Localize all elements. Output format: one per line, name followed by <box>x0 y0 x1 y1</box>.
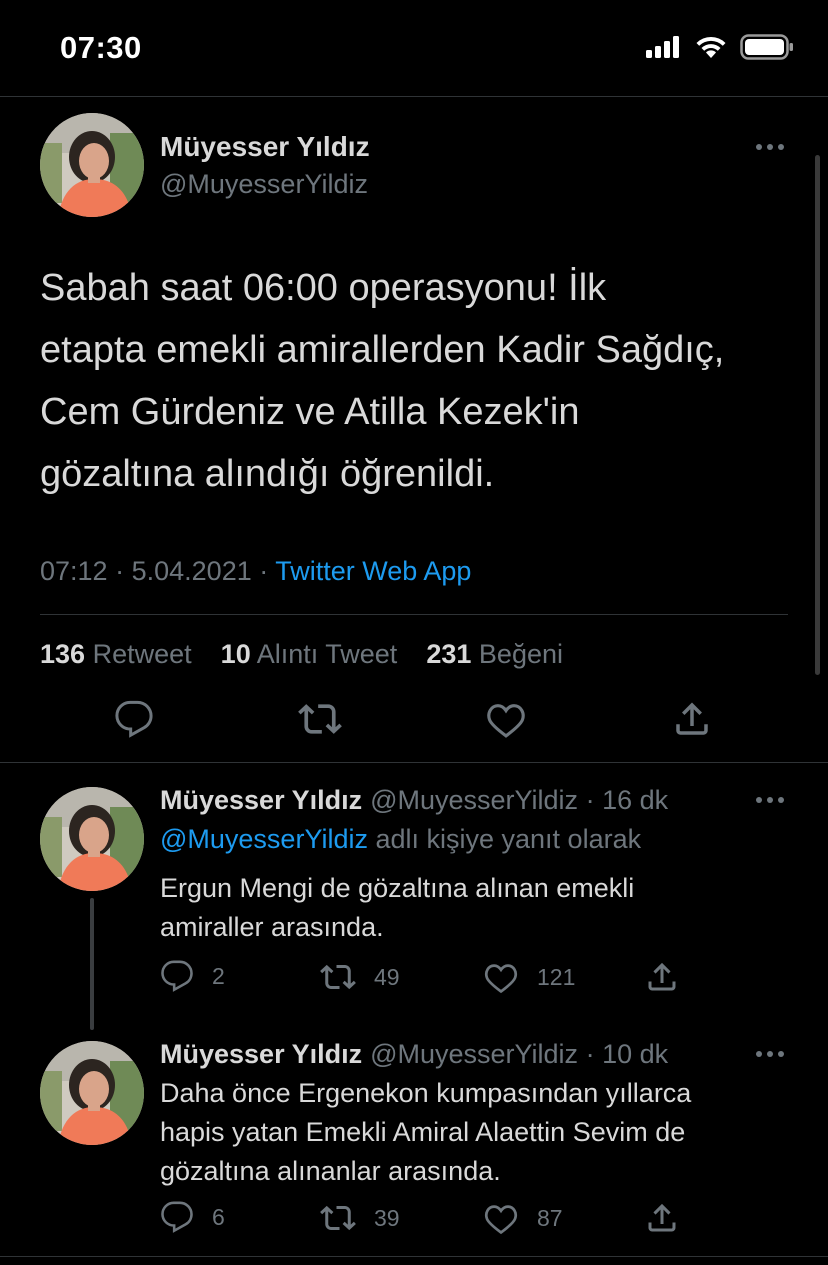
like-button[interactable]: 87 <box>483 1200 563 1236</box>
reply-tweet[interactable]: Müyesser Yıldız @MuyesserYildiz · 16 dk @… <box>0 763 828 1033</box>
quote-count[interactable]: 10 <box>221 639 251 669</box>
status-time: 07:30 <box>60 30 142 65</box>
reply-text-line: amiraller arasında. <box>160 912 384 942</box>
like-count[interactable]: 231 <box>426 639 471 669</box>
retweet-button[interactable]: 39 <box>320 1200 400 1236</box>
tweet-date[interactable]: 5.04.2021 <box>132 556 252 586</box>
reply-actions: 6 39 87 <box>160 1200 800 1240</box>
author-name[interactable]: Müyesser Yıldız <box>160 131 370 163</box>
share-button[interactable] <box>644 959 680 995</box>
more-icon[interactable] <box>756 1051 784 1057</box>
more-icon[interactable] <box>756 144 784 150</box>
reply-text-line: hapis yatan Emekli Amiral Alaettin Sevim… <box>160 1117 686 1147</box>
reply-button[interactable]: 2 <box>160 959 225 993</box>
author-name[interactable]: Müyesser Yıldız <box>160 1039 362 1069</box>
time-ago[interactable]: · 16 dk <box>586 785 669 815</box>
meta-separator: · <box>115 556 125 586</box>
wifi-icon <box>696 36 726 58</box>
tweet-text: Sabah saat 06:00 operasyonu! İlk etapta … <box>40 257 800 505</box>
retweet-button[interactable] <box>298 697 342 741</box>
like-icon <box>483 959 519 995</box>
like-count: 121 <box>537 963 576 990</box>
share-button[interactable] <box>670 697 714 741</box>
retweet-icon <box>320 1200 356 1236</box>
reply-header: Müyesser Yıldız @MuyesserYildiz · 10 dk <box>160 1039 668 1070</box>
reply-text-line: Ergun Mengi de gözaltına alınan emekli <box>160 873 635 903</box>
share-icon <box>671 698 713 740</box>
reply-icon <box>160 959 194 993</box>
divider <box>0 1256 828 1257</box>
tweet-meta: 07:12 · 5.04.2021 · Twitter Web App <box>40 556 471 587</box>
quote-label[interactable]: Alıntı Tweet <box>257 639 398 669</box>
reply-actions: 2 49 121 <box>160 959 800 999</box>
time-ago[interactable]: · 10 dk <box>586 1039 669 1069</box>
like-button[interactable]: 121 <box>483 959 575 995</box>
reply-header: Müyesser Yıldız @MuyesserYildiz · 16 dk <box>160 785 668 816</box>
avatar[interactable] <box>40 113 144 217</box>
retweet-icon <box>298 697 342 741</box>
retweet-label[interactable]: Retweet <box>93 639 192 669</box>
like-icon <box>483 1200 519 1236</box>
replying-to-text: adlı kişiye yanıt olarak <box>367 824 642 854</box>
like-label[interactable]: Beğeni <box>479 639 563 669</box>
reply-count: 2 <box>212 962 225 989</box>
tweet-text-line: Sabah saat 06:00 operasyonu! İlk <box>40 267 607 309</box>
status-icons <box>646 34 794 60</box>
replying-to: @MuyesserYildiz adlı kişiye yanıt olarak <box>160 824 641 855</box>
share-button[interactable] <box>644 1200 680 1236</box>
more-icon[interactable] <box>756 797 784 803</box>
tweet-text-line: Cem Gürdeniz ve Atilla Kezek'in <box>40 391 580 433</box>
reply-text-line: Daha önce Ergenekon kumpasından yıllarca <box>160 1078 692 1108</box>
reply-button[interactable]: 6 <box>160 1200 225 1234</box>
tweet-stats: 136 Retweet 10 Alıntı Tweet 231 Beğeni <box>40 639 563 670</box>
scrollbar[interactable] <box>815 155 820 675</box>
reply-text: Daha önce Ergenekon kumpasından yıllarca… <box>160 1074 780 1191</box>
reply-count: 6 <box>212 1203 225 1230</box>
avatar[interactable] <box>40 787 144 891</box>
divider <box>40 614 788 615</box>
retweet-count: 49 <box>374 963 400 990</box>
author-handle[interactable]: @MuyesserYildiz <box>370 785 578 815</box>
mention-link[interactable]: @MuyesserYildiz <box>160 824 368 854</box>
share-icon <box>644 1200 680 1236</box>
tweet-text-line: etapta emekli amirallerden Kadir Sağdıç, <box>40 329 725 371</box>
reply-icon <box>114 699 154 739</box>
reply-icon <box>160 1200 194 1234</box>
author-name[interactable]: Müyesser Yıldız <box>160 785 362 815</box>
tweet-actions <box>0 697 828 747</box>
status-bar: 07:30 <box>0 0 828 96</box>
signal-icon <box>646 36 679 58</box>
retweet-icon <box>320 959 356 995</box>
tweet-time[interactable]: 07:12 <box>40 556 108 586</box>
source-app-link[interactable]: Twitter Web App <box>275 556 471 586</box>
reply-button[interactable] <box>112 697 156 741</box>
retweet-button[interactable]: 49 <box>320 959 400 995</box>
like-icon <box>485 698 527 740</box>
retweet-count[interactable]: 136 <box>40 639 85 669</box>
tweet-text-line: gözaltına alındığı öğrenildi. <box>40 453 495 495</box>
avatar[interactable] <box>40 1041 144 1145</box>
reply-text: Ergun Mengi de gözaltına alınan emekli a… <box>160 869 780 947</box>
like-button[interactable] <box>484 697 528 741</box>
meta-separator: · <box>259 556 269 586</box>
author-handle[interactable]: @MuyesserYildiz <box>160 169 368 200</box>
reply-text-line: gözaltına alınanlar arasında. <box>160 1156 501 1186</box>
main-tweet[interactable]: Müyesser Yıldız @MuyesserYildiz Sabah sa… <box>0 97 828 762</box>
reply-tweet[interactable]: Müyesser Yıldız @MuyesserYildiz · 10 dk D… <box>0 1033 828 1255</box>
author-handle[interactable]: @MuyesserYildiz <box>370 1039 578 1069</box>
retweet-count: 39 <box>374 1204 400 1231</box>
like-count: 87 <box>537 1204 563 1231</box>
battery-icon <box>740 34 793 60</box>
share-icon <box>644 959 680 995</box>
